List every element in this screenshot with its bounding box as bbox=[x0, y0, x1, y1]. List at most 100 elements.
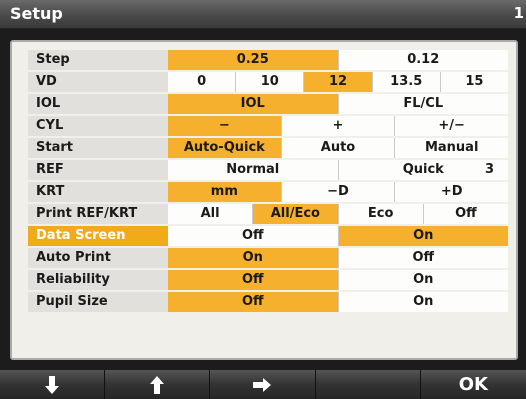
settings-list: Step 0.25 0.12 VD 0 10 12 13.5 15 IOL IOL FL/CL CYL −… bbox=[28, 50, 508, 314]
option-group: mm −D +D bbox=[168, 182, 508, 202]
option-label: Eco bbox=[367, 206, 394, 221]
up-arrow-softkey[interactable] bbox=[105, 370, 211, 399]
option-label: Auto bbox=[320, 140, 356, 155]
option-extra-value: 3 bbox=[484, 162, 494, 177]
right-arrow-softkey[interactable] bbox=[210, 370, 316, 399]
option-15[interactable]: 15 bbox=[439, 72, 508, 92]
option-all-eco[interactable]: All/Eco bbox=[252, 204, 338, 224]
option-off[interactable]: Off bbox=[337, 248, 509, 268]
setting-row-reliability[interactable]: Reliability Off On bbox=[28, 270, 508, 290]
option-group: All All/Eco Eco Off bbox=[168, 204, 508, 224]
option-label: +D bbox=[440, 184, 463, 199]
option-label: All/Eco bbox=[270, 206, 320, 221]
option-label: On bbox=[413, 272, 434, 287]
down-arrow-softkey[interactable] bbox=[0, 370, 106, 399]
option-group: Normal Quick 3 bbox=[168, 160, 508, 180]
option-label: − bbox=[218, 118, 230, 133]
option-on[interactable]: On bbox=[337, 270, 509, 290]
page-number: 1 bbox=[513, 4, 524, 22]
option-eco[interactable]: Eco bbox=[337, 204, 423, 224]
setting-label: Data Screen bbox=[36, 228, 126, 243]
option-label: 13.5 bbox=[390, 74, 423, 89]
option-quick[interactable]: Quick 3 bbox=[337, 160, 509, 180]
option-label: 15 bbox=[465, 74, 484, 89]
option-x[interactable]: +/− bbox=[394, 116, 508, 136]
setting-row-print-ref-krt[interactable]: Print REF/KRT All All/Eco Eco Off bbox=[28, 204, 508, 224]
option-label: Auto-Quick bbox=[183, 140, 265, 155]
option-label: Off bbox=[241, 294, 264, 309]
option-label: +/− bbox=[438, 118, 465, 133]
option-label: Off bbox=[455, 206, 477, 221]
option-label: Off bbox=[241, 228, 264, 243]
option-label: 0.12 bbox=[407, 52, 440, 67]
setting-row-cyl[interactable]: CYL − + +/− bbox=[28, 116, 508, 136]
setting-label: REF bbox=[36, 162, 64, 177]
option-0-12[interactable]: 0.12 bbox=[337, 50, 509, 70]
setting-row-krt[interactable]: KRT mm −D +D bbox=[28, 182, 508, 202]
softkey-label: OK bbox=[458, 374, 488, 395]
setting-row-vd[interactable]: VD 0 10 12 13.5 15 bbox=[28, 72, 508, 92]
option-13-5[interactable]: 13.5 bbox=[371, 72, 440, 92]
option-group: Off On bbox=[168, 270, 508, 290]
blank-softkey[interactable] bbox=[315, 370, 421, 399]
option-manual[interactable]: Manual bbox=[394, 138, 508, 158]
option-label: On bbox=[242, 250, 263, 265]
option-label: 10 bbox=[260, 74, 279, 89]
option-iol[interactable]: IOL bbox=[168, 94, 338, 114]
option-all[interactable]: All bbox=[168, 204, 252, 224]
title-bar: Setup 1 bbox=[0, 0, 526, 29]
option-off[interactable]: Off bbox=[168, 226, 338, 246]
setting-label: Pupil Size bbox=[36, 294, 108, 309]
option-x[interactable]: − bbox=[168, 116, 281, 136]
option-on[interactable]: On bbox=[337, 292, 509, 312]
option-label: 0 bbox=[197, 74, 207, 89]
option-off[interactable]: Off bbox=[168, 292, 338, 312]
option-fl-cl[interactable]: FL/CL bbox=[337, 94, 509, 114]
option-label: mm bbox=[210, 184, 238, 199]
option-x[interactable]: + bbox=[280, 116, 395, 136]
setting-row-auto-print[interactable]: Auto Print On Off bbox=[28, 248, 508, 268]
option-on[interactable]: On bbox=[168, 248, 338, 268]
option-label: Normal bbox=[226, 162, 280, 177]
settings-panel: Step 0.25 0.12 VD 0 10 12 13.5 15 IOL IOL FL/CL CYL −… bbox=[10, 40, 518, 360]
option-12[interactable]: 12 bbox=[303, 72, 372, 92]
option-group: On Off bbox=[168, 248, 508, 268]
arrow-up-icon bbox=[150, 375, 165, 394]
setting-label: Reliability bbox=[36, 272, 110, 287]
option-auto[interactable]: Auto bbox=[280, 138, 395, 158]
option-group: 0.25 0.12 bbox=[168, 50, 508, 70]
option-label: IOL bbox=[240, 96, 265, 111]
option-d[interactable]: −D bbox=[280, 182, 395, 202]
option-off[interactable]: Off bbox=[168, 270, 338, 290]
option-label: All bbox=[200, 206, 220, 221]
setting-row-iol[interactable]: IOL IOL FL/CL bbox=[28, 94, 508, 114]
setting-label: Start bbox=[36, 140, 73, 155]
option-label: 0.25 bbox=[236, 52, 269, 67]
option-label: Quick bbox=[402, 162, 444, 177]
option-label: 12 bbox=[328, 74, 348, 89]
option-group: 0 10 12 13.5 15 bbox=[168, 72, 508, 92]
option-d[interactable]: +D bbox=[394, 182, 508, 202]
setting-label: Step bbox=[36, 52, 70, 67]
option-on[interactable]: On bbox=[337, 226, 508, 246]
setting-row-start[interactable]: Start Auto-Quick Auto Manual bbox=[28, 138, 508, 158]
option-normal[interactable]: Normal bbox=[168, 160, 338, 180]
setting-row-step[interactable]: Step 0.25 0.12 bbox=[28, 50, 508, 70]
option-group: IOL FL/CL bbox=[168, 94, 508, 114]
option-label: Off bbox=[241, 272, 264, 287]
setting-row-data-screen[interactable]: Data Screen Off On bbox=[28, 226, 508, 246]
ok-softkey[interactable]: OK bbox=[420, 370, 526, 399]
setting-label: KRT bbox=[36, 184, 65, 199]
setting-label: IOL bbox=[36, 96, 61, 111]
option-off[interactable]: Off bbox=[422, 204, 508, 224]
option-mm[interactable]: mm bbox=[168, 182, 281, 202]
softkey-bar: OK bbox=[0, 370, 526, 399]
option-label: FL/CL bbox=[403, 96, 444, 111]
option-0[interactable]: 0 bbox=[168, 72, 235, 92]
setting-row-pupil-size[interactable]: Pupil Size Off On bbox=[28, 292, 508, 312]
option-10[interactable]: 10 bbox=[235, 72, 303, 92]
arrow-right-icon bbox=[253, 377, 272, 392]
option-auto-quick[interactable]: Auto-Quick bbox=[168, 138, 281, 158]
option-0-25[interactable]: 0.25 bbox=[168, 50, 338, 70]
setting-row-ref[interactable]: REF Normal Quick 3 bbox=[28, 160, 508, 180]
